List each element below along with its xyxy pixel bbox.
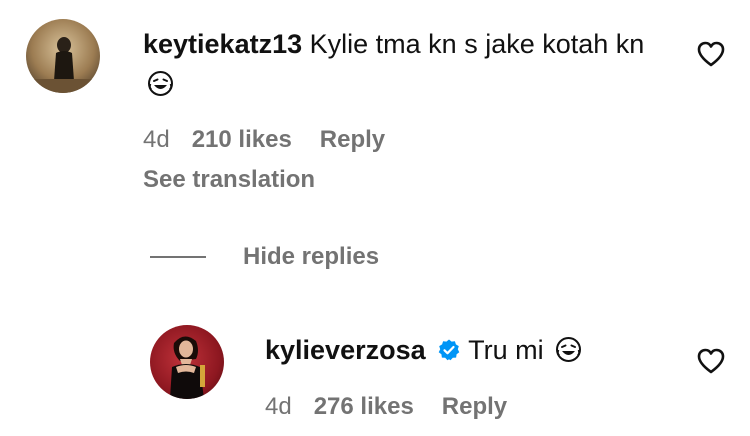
hide-replies-label: Hide replies [243,243,380,270]
reply-meta: 4d 276 likes Reply [265,393,507,421]
verified-badge-icon [437,333,461,361]
comment-text: Kylie tma kn s jake kotah kn [309,29,645,59]
reply-time[interactable]: 4d [265,393,292,421]
reply-body: kylieverzosa Tru mi [265,330,665,370]
comment-body: keytiekatz13 Kylie tma kn s jake kotah k… [143,24,663,104]
reply-username[interactable]: kylieverzosa [265,335,426,365]
hide-replies-button[interactable]: Hide replies [150,242,379,272]
reply-text: Tru mi [468,335,544,365]
laughing-face-icon [555,334,582,362]
comment-username[interactable]: keytiekatz13 [143,29,302,59]
comment-meta: 4d 210 likes Reply [143,126,385,154]
reply-button[interactable]: Reply [320,126,385,154]
laughing-face-icon [147,68,174,96]
hide-replies-divider [150,256,206,258]
commenter-avatar[interactable] [26,19,100,93]
reply-avatar[interactable] [150,325,224,399]
heart-icon[interactable] [696,347,726,375]
reply-likes[interactable]: 276 likes [314,393,414,421]
heart-icon[interactable] [696,40,726,68]
reply-reply-button[interactable]: Reply [442,393,507,421]
see-translation-button[interactable]: See translation [143,166,315,194]
comment-time[interactable]: 4d [143,126,170,154]
comment-likes[interactable]: 210 likes [192,126,292,154]
